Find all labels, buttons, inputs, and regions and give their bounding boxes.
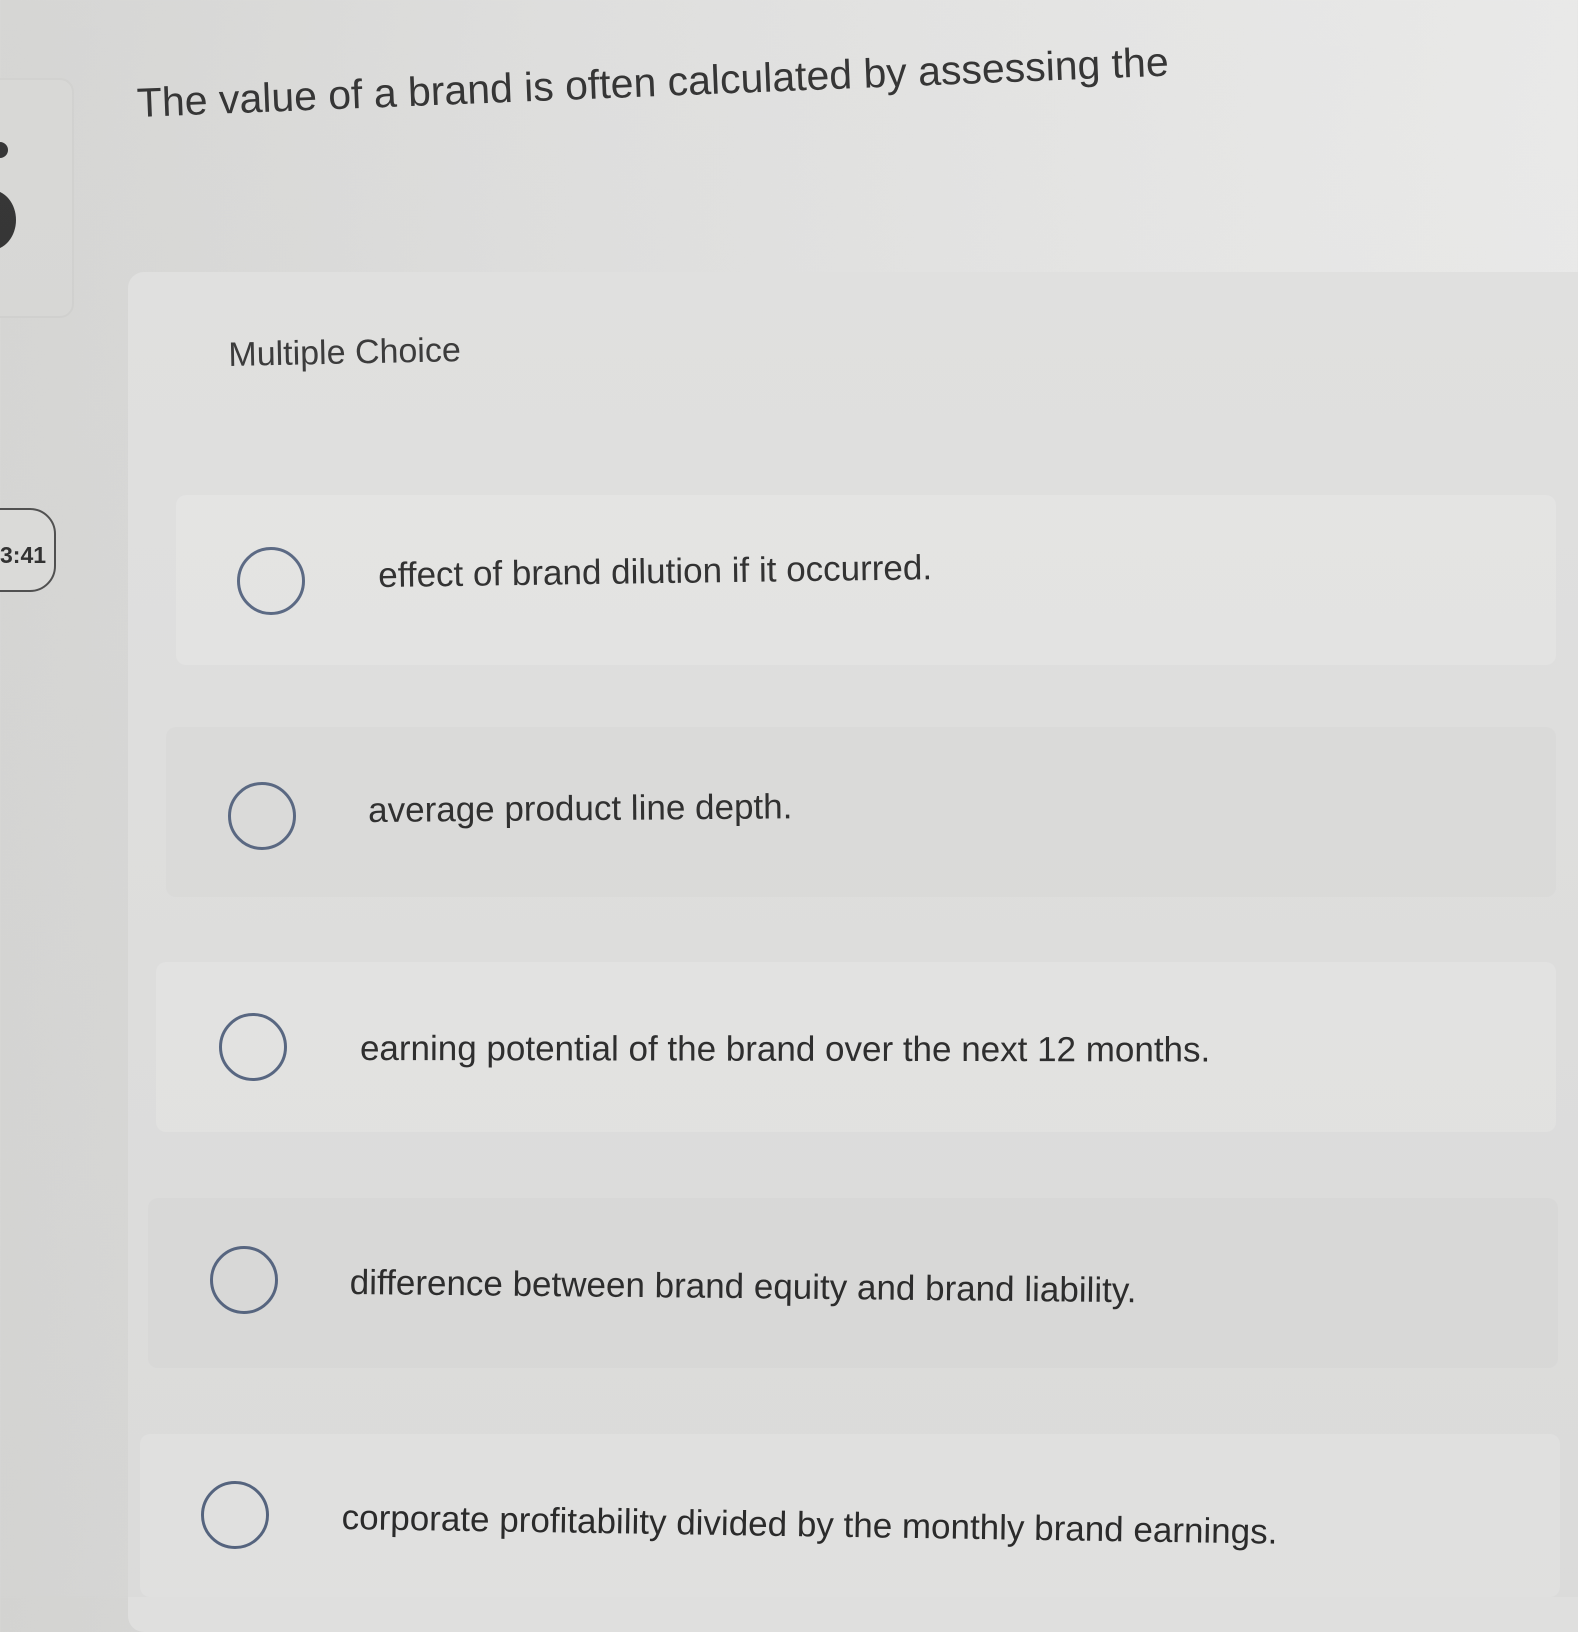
radio-button-option-3[interactable] [219,1013,287,1081]
option-label-1[interactable]: effect of brand dilution if it occurred. [378,548,932,596]
radio-button-option-1[interactable] [237,547,305,615]
radio-button-option-4[interactable] [210,1246,278,1314]
option-label-2[interactable]: average product line depth. [368,787,793,831]
option-label-4[interactable]: difference between brand equity and bran… [350,1263,1137,1311]
timer-text: 3:41 [0,542,47,568]
choices-card [128,272,1578,1632]
question-text: The value of a brand is often calculated… [136,38,1170,126]
radio-button-option-2[interactable] [228,782,296,850]
side-panel [0,78,74,318]
option-label-3[interactable]: earning potential of the brand over the … [360,1029,1210,1070]
radio-button-option-5[interactable] [201,1481,269,1549]
question-type-label: Multiple Choice [228,331,462,374]
